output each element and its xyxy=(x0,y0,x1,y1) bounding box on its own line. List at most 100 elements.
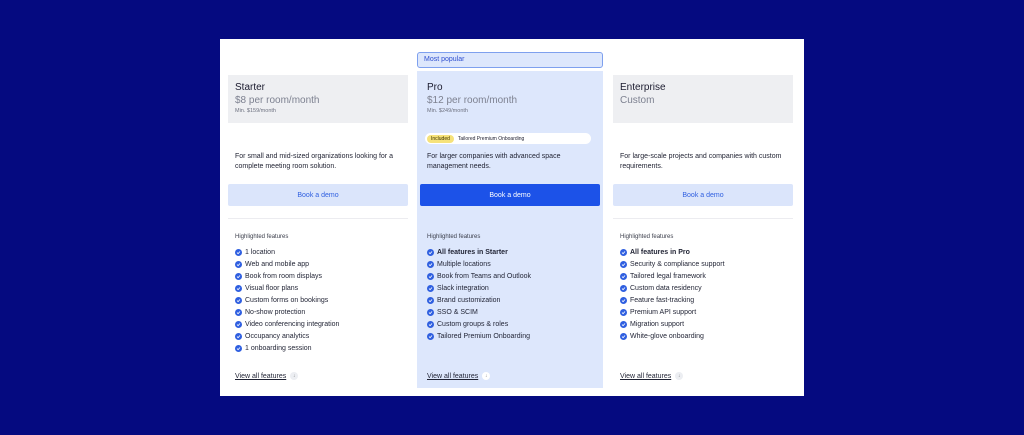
feature-label: No-show protection xyxy=(245,308,306,316)
feature-label: Custom forms on bookings xyxy=(245,296,329,304)
plan-header: Starter $8 per room/month Min. $159/mont… xyxy=(228,75,408,123)
feature-item: Custom forms on bookings xyxy=(235,294,339,306)
feature-item: Tailored Premium Onboarding xyxy=(427,330,531,342)
feature-label: Visual floor plans xyxy=(245,284,299,292)
feature-item: Brand customization xyxy=(427,294,531,306)
feature-label: Multiple locations xyxy=(437,260,491,268)
feature-item: Custom groups & roles xyxy=(427,318,531,330)
feature-label: Book from room displays xyxy=(245,272,323,280)
feature-label: All features in Starter xyxy=(437,248,508,256)
feature-item: Migration support xyxy=(620,318,725,330)
feature-label: Premium API support xyxy=(630,308,697,316)
feature-label: Tailored legal framework xyxy=(630,272,706,280)
check-icon xyxy=(620,260,627,268)
book-demo-button-starter[interactable]: Book a demo xyxy=(228,184,408,206)
feature-item: Premium API support xyxy=(620,306,725,318)
view-all-label: View all features xyxy=(427,372,479,380)
check-icon xyxy=(620,272,627,280)
plan-name: Starter xyxy=(235,82,266,93)
plan-minimum: Min. $249/month xyxy=(427,108,468,114)
check-icon xyxy=(620,332,627,340)
check-icon xyxy=(620,284,627,292)
check-icon xyxy=(427,296,434,304)
feature-label: Brand customization xyxy=(437,296,501,304)
feature-list: All features in Pro Security & complianc… xyxy=(620,246,725,342)
view-all-label: View all features xyxy=(620,372,672,380)
feature-item: Video conferencing integration xyxy=(235,318,339,330)
plan-price: $8 per room/month xyxy=(235,95,320,106)
feature-label: Migration support xyxy=(630,320,685,328)
plan-description: For large-scale projects and companies w… xyxy=(620,153,782,170)
feature-label: Feature fast-tracking xyxy=(630,296,695,304)
plan-price: Custom xyxy=(620,95,655,106)
view-all-features-link-enterprise[interactable]: View all features ↓ xyxy=(620,372,684,380)
check-icon xyxy=(620,296,627,304)
divider xyxy=(228,218,408,219)
feature-list: 1 location Web and mobile app Book from … xyxy=(235,246,339,354)
view-all-label: View all features xyxy=(235,372,287,380)
feature-label: 1 location xyxy=(245,248,275,256)
plan-name: Pro xyxy=(427,82,443,93)
feature-label: Book from Teams and Outlook xyxy=(437,272,532,280)
book-demo-button-enterprise[interactable]: Book a demo xyxy=(613,184,793,206)
plan-card-starter: Starter $8 per room/month Min. $159/mont… xyxy=(228,39,408,396)
feature-label: Slack integration xyxy=(437,284,489,292)
check-icon xyxy=(235,248,242,256)
check-icon xyxy=(235,272,242,280)
check-icon xyxy=(620,248,627,256)
plan-header: Enterprise Custom xyxy=(613,75,793,123)
arrow-down-icon: ↓ xyxy=(482,372,491,380)
highlighted-features-label: Highlighted features xyxy=(235,234,289,240)
check-icon xyxy=(235,320,242,328)
check-icon xyxy=(427,260,434,268)
highlighted-features-label: Highlighted features xyxy=(427,234,481,240)
arrow-down-icon: ↓ xyxy=(290,372,299,380)
plan-description: For larger companies with advanced space… xyxy=(427,153,561,170)
feature-item: White-glove onboarding xyxy=(620,330,725,342)
view-all-features-link-pro[interactable]: View all features ↓ xyxy=(427,372,491,380)
feature-label: Custom groups & roles xyxy=(437,320,509,328)
check-icon xyxy=(235,308,242,316)
check-icon xyxy=(427,308,434,316)
feature-item: SSO & SCIM xyxy=(427,306,531,318)
feature-item: All features in Starter xyxy=(427,246,531,258)
included-tag: Included xyxy=(427,134,454,143)
check-icon xyxy=(427,248,434,256)
arrow-down-icon: ↓ xyxy=(675,372,684,380)
feature-label: White-glove onboarding xyxy=(630,332,704,340)
feature-item: No-show protection xyxy=(235,306,339,318)
feature-item: 1 location xyxy=(235,246,339,258)
plan-header: Pro $12 per room/month Min. $249/month xyxy=(420,75,600,123)
check-icon xyxy=(620,308,627,316)
pricing-panel: Most popular Starter $8 per room/month M… xyxy=(220,39,804,396)
feature-label: Web and mobile app xyxy=(245,260,310,268)
plan-name: Enterprise xyxy=(620,82,666,93)
view-all-features-link-starter[interactable]: View all features ↓ xyxy=(235,372,299,380)
feature-item: Occupancy analytics xyxy=(235,330,339,342)
feature-item: Security & compliance support xyxy=(620,258,725,270)
feature-label: 1 onboarding session xyxy=(245,344,312,352)
plan-minimum: Min. $159/month xyxy=(235,108,276,114)
plan-card-enterprise: Enterprise Custom For large-scale projec… xyxy=(613,39,793,396)
feature-label: All features in Pro xyxy=(630,248,690,256)
plan-card-pro: Pro $12 per room/month Min. $249/month I… xyxy=(417,39,600,396)
feature-item: Book from room displays xyxy=(235,270,339,282)
feature-item: 1 onboarding session xyxy=(235,342,339,354)
check-icon xyxy=(620,320,627,328)
feature-label: Video conferencing integration xyxy=(245,320,340,328)
feature-label: Tailored Premium Onboarding xyxy=(437,332,530,340)
feature-label: Occupancy analytics xyxy=(245,332,310,340)
check-icon xyxy=(235,284,242,292)
check-icon xyxy=(427,284,434,292)
included-onboarding-pill: Included Tailored Premium Onboarding xyxy=(425,133,591,144)
feature-item: Book from Teams and Outlook xyxy=(427,270,531,282)
feature-list: All features in Starter Multiple locatio… xyxy=(427,246,531,342)
check-icon xyxy=(427,272,434,280)
check-icon xyxy=(235,296,242,304)
feature-label: Security & compliance support xyxy=(630,260,725,268)
feature-item: All features in Pro xyxy=(620,246,725,258)
feature-item: Custom data residency xyxy=(620,282,725,294)
divider xyxy=(613,218,793,219)
book-demo-button-pro[interactable]: Book a demo xyxy=(420,184,600,206)
highlighted-features-label: Highlighted features xyxy=(620,234,674,240)
